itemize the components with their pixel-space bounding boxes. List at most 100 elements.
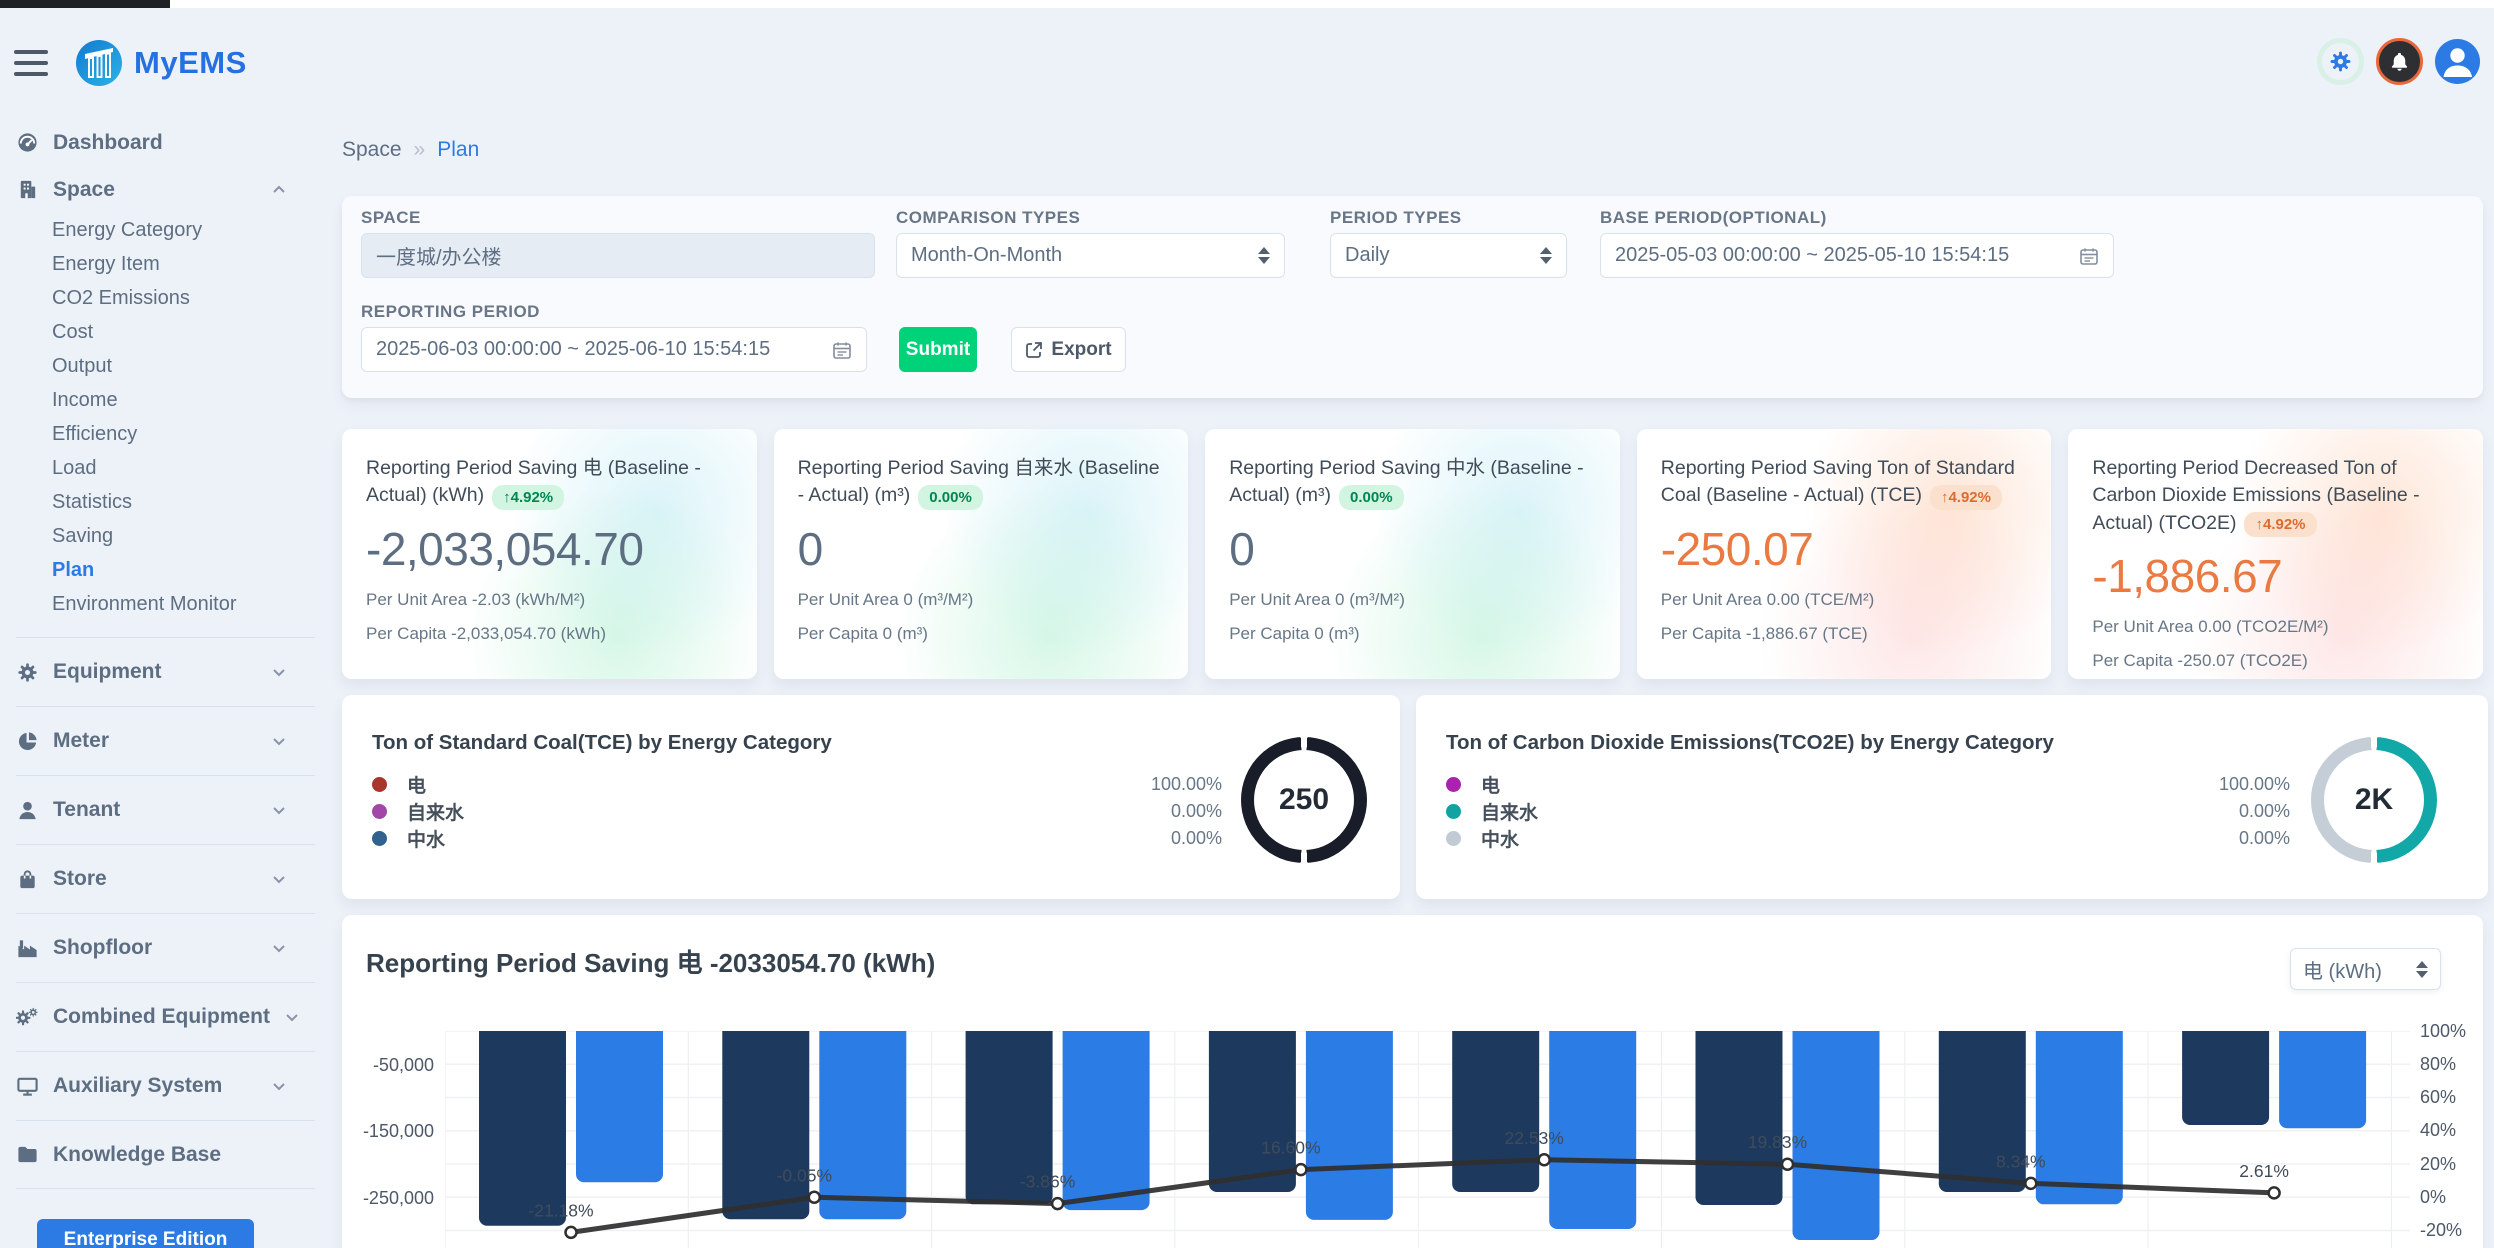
settings-gear-button[interactable] (2317, 38, 2364, 85)
select-arrows-icon (2416, 961, 2428, 978)
legend-dot (372, 777, 387, 792)
legend-item-reclaimed-water[interactable]: 中水 (372, 825, 464, 852)
tce-donut-chart[interactable]: 250 (1241, 737, 1367, 863)
sidebar-item-cost[interactable]: Cost (16, 315, 315, 349)
percent-value: 0.00% (1022, 798, 1222, 825)
folder-icon (16, 1143, 39, 1166)
bar-baseline[interactable] (1209, 1031, 1296, 1192)
chart-unit-select[interactable]: 电 (kWh) (2290, 948, 2441, 990)
bar-actual[interactable] (576, 1031, 663, 1182)
sidebar-item-auxiliary-system[interactable]: Auxiliary System (16, 1051, 315, 1120)
factory-icon (16, 937, 39, 960)
enterprise-edition-button[interactable]: Enterprise Edition (37, 1219, 254, 1248)
sidebar-item-energy-category[interactable]: Energy Category (16, 213, 315, 247)
donut-center-value: 2K (2355, 783, 2393, 817)
sidebar-item-efficiency[interactable]: Efficiency (16, 417, 315, 451)
chart-title: Reporting Period Saving 电 -2033054.70 (k… (366, 943, 935, 980)
breadcrumb: Space » Plan (342, 138, 479, 162)
bar-actual[interactable] (1306, 1031, 1393, 1220)
sidebar-item-combined-equipment[interactable]: Combined Equipment (16, 982, 315, 1051)
line-point-marker[interactable] (566, 1227, 577, 1238)
line-point-marker[interactable] (1782, 1159, 1793, 1170)
line-point-marker[interactable] (809, 1192, 820, 1203)
legend-item-electricity[interactable]: 电 (1446, 771, 1538, 798)
bar-baseline[interactable] (1696, 1031, 1783, 1205)
bar-baseline[interactable] (1452, 1031, 1539, 1192)
brand-logo[interactable]: MyEMS (76, 40, 247, 86)
stat-card-electricity-saving: Reporting Period Saving 电 (Baseline - Ac… (342, 429, 757, 679)
sidebar-item-income[interactable]: Income (16, 383, 315, 417)
comparison-types-value: Month-On-Month (911, 244, 1062, 267)
line-point-marker[interactable] (1539, 1154, 1550, 1165)
tco2e-donut-chart[interactable]: 2K (2311, 737, 2437, 863)
export-button[interactable]: Export (1011, 327, 1126, 372)
export-label: Export (1051, 339, 1111, 361)
bar-baseline[interactable] (2182, 1031, 2269, 1125)
sidebar-item-label: Store (53, 867, 107, 891)
sidebar-item-shopfloor[interactable]: Shopfloor (16, 913, 315, 982)
legend-label: 中水 (1481, 825, 1519, 852)
breadcrumb-separator: » (414, 138, 426, 162)
sidebar-item-co2-emissions[interactable]: CO2 Emissions (16, 281, 315, 315)
bar-actual[interactable] (1063, 1031, 1150, 1210)
stat-per-unit-area: Per Unit Area 0 (m³/M²) (798, 590, 1165, 610)
axis-tick: 100% (2420, 1021, 2466, 1042)
line-point-marker[interactable] (2269, 1187, 2280, 1198)
sidebar-item-load[interactable]: Load (16, 451, 315, 485)
legend-label: 自来水 (1481, 798, 1538, 825)
stat-value: -250.07 (1661, 522, 2028, 576)
line-point-marker[interactable] (1052, 1198, 1063, 1209)
legend-item-reclaimed-water[interactable]: 中水 (1446, 825, 1538, 852)
space-input[interactable]: 一度城/办公楼 (361, 233, 875, 278)
breadcrumb-parent: Space (342, 138, 402, 162)
brand-name: MyEMS (134, 45, 247, 81)
sidebar-item-tenant[interactable]: Tenant (16, 775, 315, 844)
breadcrumb-current[interactable]: Plan (437, 138, 479, 162)
sidebar-item-plan[interactable]: Plan (16, 553, 315, 587)
sidebar-item-knowledge-base[interactable]: Knowledge Base (16, 1120, 315, 1189)
sidebar-item-equipment[interactable]: Equipment (16, 637, 315, 706)
user-avatar-button[interactable] (2435, 39, 2480, 84)
base-period-input[interactable]: 2025-05-03 00:00:00 ~ 2025-05-10 15:54:1… (1600, 233, 2114, 278)
sidebar-item-meter[interactable]: Meter (16, 706, 315, 775)
select-arrows-icon (1540, 247, 1552, 264)
line-point-label: -21.18% (528, 1200, 593, 1220)
stat-per-capita: Per Capita 0 (m³) (1229, 624, 1596, 644)
sidebar-item-energy-item[interactable]: Energy Item (16, 247, 315, 281)
line-point-label: 2.61% (2239, 1161, 2289, 1181)
reporting-period-input[interactable]: 2025-06-03 00:00:00 ~ 2025-06-10 15:54:1… (361, 327, 867, 372)
comparison-types-select[interactable]: Month-On-Month (896, 233, 1285, 278)
hamburger-menu-icon[interactable] (14, 50, 48, 76)
legend-item-water[interactable]: 自来水 (372, 798, 464, 825)
sidebar-item-statistics[interactable]: Statistics (16, 485, 315, 519)
stat-card-tce-saving: Reporting Period Saving Ton of Standard … (1637, 429, 2052, 679)
bar-actual[interactable] (2279, 1031, 2366, 1128)
legend-item-electricity[interactable]: 电 (372, 771, 464, 798)
sidebar-item-store[interactable]: Store (16, 844, 315, 913)
bar-baseline[interactable] (479, 1031, 566, 1226)
legend-item-water[interactable]: 自来水 (1446, 798, 1538, 825)
line-point-marker[interactable] (1295, 1164, 1306, 1175)
sidebar-item-label: Combined Equipment (53, 1005, 270, 1029)
axis-tick: 20% (2420, 1154, 2456, 1175)
navbar-actions (2317, 38, 2480, 85)
sidebar-item-space[interactable]: Space (16, 166, 315, 213)
chevron-up-icon (271, 182, 287, 198)
line-point-marker[interactable] (2025, 1178, 2036, 1189)
legend-dot (1446, 804, 1461, 819)
stat-per-capita: Per Capita -2,033,054.70 (kWh) (366, 624, 733, 644)
bar-actual[interactable] (819, 1031, 906, 1219)
bar-baseline[interactable] (722, 1031, 809, 1219)
sidebar-item-dashboard[interactable]: Dashboard (16, 119, 315, 166)
sidebar-item-environment-monitor[interactable]: Environment Monitor (16, 587, 315, 621)
sidebar-item-output[interactable]: Output (16, 349, 315, 383)
sidebar-item-saving[interactable]: Saving (16, 519, 315, 553)
period-types-select[interactable]: Daily (1330, 233, 1567, 278)
chevron-down-icon (271, 733, 287, 749)
submit-button[interactable]: Submit (899, 327, 977, 372)
combo-chart-plot[interactable]: -21.18%-0.05%-3.86%16.60%22.53%19.83%8.3… (445, 1031, 2410, 1248)
notifications-bell-button[interactable] (2376, 38, 2423, 85)
line-point-label: 8.34% (1996, 1151, 2046, 1171)
monitor-icon (16, 1075, 39, 1098)
bar-actual[interactable] (2036, 1031, 2123, 1204)
